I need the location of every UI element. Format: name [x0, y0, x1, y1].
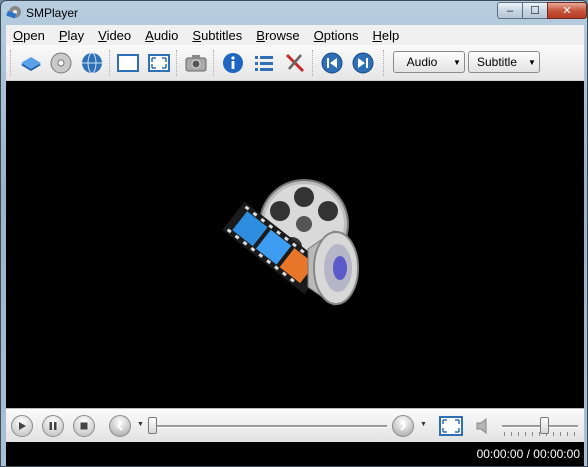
- play-button[interactable]: [10, 414, 34, 438]
- compact-mode-icon: [117, 54, 139, 72]
- open-url-button[interactable]: [79, 50, 105, 76]
- menu-bar: Open Play Video Audio Subtitles Browse O…: [6, 25, 584, 45]
- window-title: SMPlayer: [26, 6, 79, 20]
- previous-icon: [321, 52, 343, 74]
- main-toolbar: Audio ▼ Subtitle ▼: [6, 45, 584, 81]
- open-file-button[interactable]: [18, 50, 44, 76]
- toolbar-separator: [312, 50, 315, 76]
- subtitle-combo-label: Subtitle: [476, 55, 518, 69]
- menu-play[interactable]: Play: [52, 28, 91, 43]
- fullscreen-button[interactable]: [146, 50, 172, 76]
- fullscreen-icon: [148, 54, 170, 72]
- close-icon: ✕: [562, 5, 572, 17]
- speaker-icon: [476, 417, 487, 435]
- app-window: SMPlayer – ☐ ✕ Open Play Video Audio Sub…: [0, 0, 588, 467]
- pause-button[interactable]: [41, 414, 65, 438]
- status-bar: 00:00:00 / 00:00:00: [6, 442, 584, 466]
- close-button[interactable]: ✕: [547, 2, 587, 19]
- menu-audio[interactable]: Audio: [138, 28, 185, 43]
- minimize-button[interactable]: –: [497, 2, 523, 19]
- toolbar-handle[interactable]: [10, 50, 13, 76]
- stop-icon: [80, 422, 88, 430]
- previous-button[interactable]: [319, 50, 345, 76]
- playlist-button[interactable]: [251, 50, 277, 76]
- maximize-button[interactable]: ☐: [522, 2, 548, 19]
- forward-button[interactable]: [391, 414, 415, 438]
- next-icon: [352, 52, 374, 74]
- forward-icon: [400, 421, 407, 431]
- toolbar-separator: [213, 50, 216, 76]
- rewind-menu-arrow-icon[interactable]: ▼: [137, 421, 144, 428]
- audio-track-combo[interactable]: Audio ▼: [393, 51, 465, 73]
- minimize-icon: –: [506, 4, 514, 17]
- play-icon: [19, 422, 26, 430]
- preferences-button[interactable]: [282, 50, 308, 76]
- info-icon: [223, 53, 243, 73]
- forward-menu-arrow-icon[interactable]: ▼: [420, 421, 427, 428]
- volume-handle[interactable]: [539, 417, 549, 434]
- compact-mode-button[interactable]: [115, 50, 141, 76]
- rewind-icon: [116, 421, 123, 431]
- title-bar[interactable]: SMPlayer – ☐ ✕: [1, 1, 587, 25]
- control-bar: ▼ ▼: [6, 408, 584, 442]
- screenshot-button[interactable]: [183, 50, 209, 76]
- menu-browse[interactable]: Browse: [249, 28, 306, 43]
- preferences-icon: [285, 53, 305, 73]
- subtitle-track-combo[interactable]: Subtitle ▼: [468, 51, 540, 73]
- fullscreen-toggle-button[interactable]: [438, 414, 464, 438]
- mute-button[interactable]: [472, 414, 496, 438]
- menu-subtitles[interactable]: Subtitles: [185, 28, 249, 43]
- pause-icon: [49, 422, 57, 430]
- time-display: 00:00:00 / 00:00:00: [476, 447, 580, 461]
- maximize-icon: ☐: [530, 5, 540, 17]
- toolbar-separator: [383, 50, 386, 76]
- fullscreen-icon: [439, 416, 463, 436]
- stop-button[interactable]: [72, 414, 96, 438]
- toolbar-separator: [109, 50, 112, 76]
- next-button[interactable]: [350, 50, 376, 76]
- toolbar-separator: [176, 50, 179, 76]
- info-button[interactable]: [220, 50, 246, 76]
- video-area[interactable]: [6, 81, 584, 408]
- seek-track[interactable]: [151, 425, 387, 428]
- seek-handle[interactable]: [148, 417, 157, 434]
- menu-open[interactable]: Open: [6, 28, 52, 43]
- smplayer-app-icon: [6, 6, 21, 19]
- open-url-icon: [82, 52, 102, 74]
- audio-combo-label: Audio: [406, 55, 438, 69]
- menu-help[interactable]: Help: [365, 28, 406, 43]
- smplayer-logo: [222, 179, 359, 306]
- dropdown-arrow-icon: ▼: [453, 57, 461, 67]
- dropdown-arrow-icon: ▼: [528, 57, 536, 67]
- screenshot-icon: [185, 55, 207, 72]
- rewind-button[interactable]: [108, 414, 132, 438]
- playlist-icon: [255, 56, 273, 71]
- open-dvd-button[interactable]: [48, 50, 74, 76]
- menu-options[interactable]: Options: [307, 28, 366, 43]
- open-dvd-icon: [50, 52, 72, 74]
- open-file-icon: [21, 57, 41, 71]
- menu-video[interactable]: Video: [91, 28, 138, 43]
